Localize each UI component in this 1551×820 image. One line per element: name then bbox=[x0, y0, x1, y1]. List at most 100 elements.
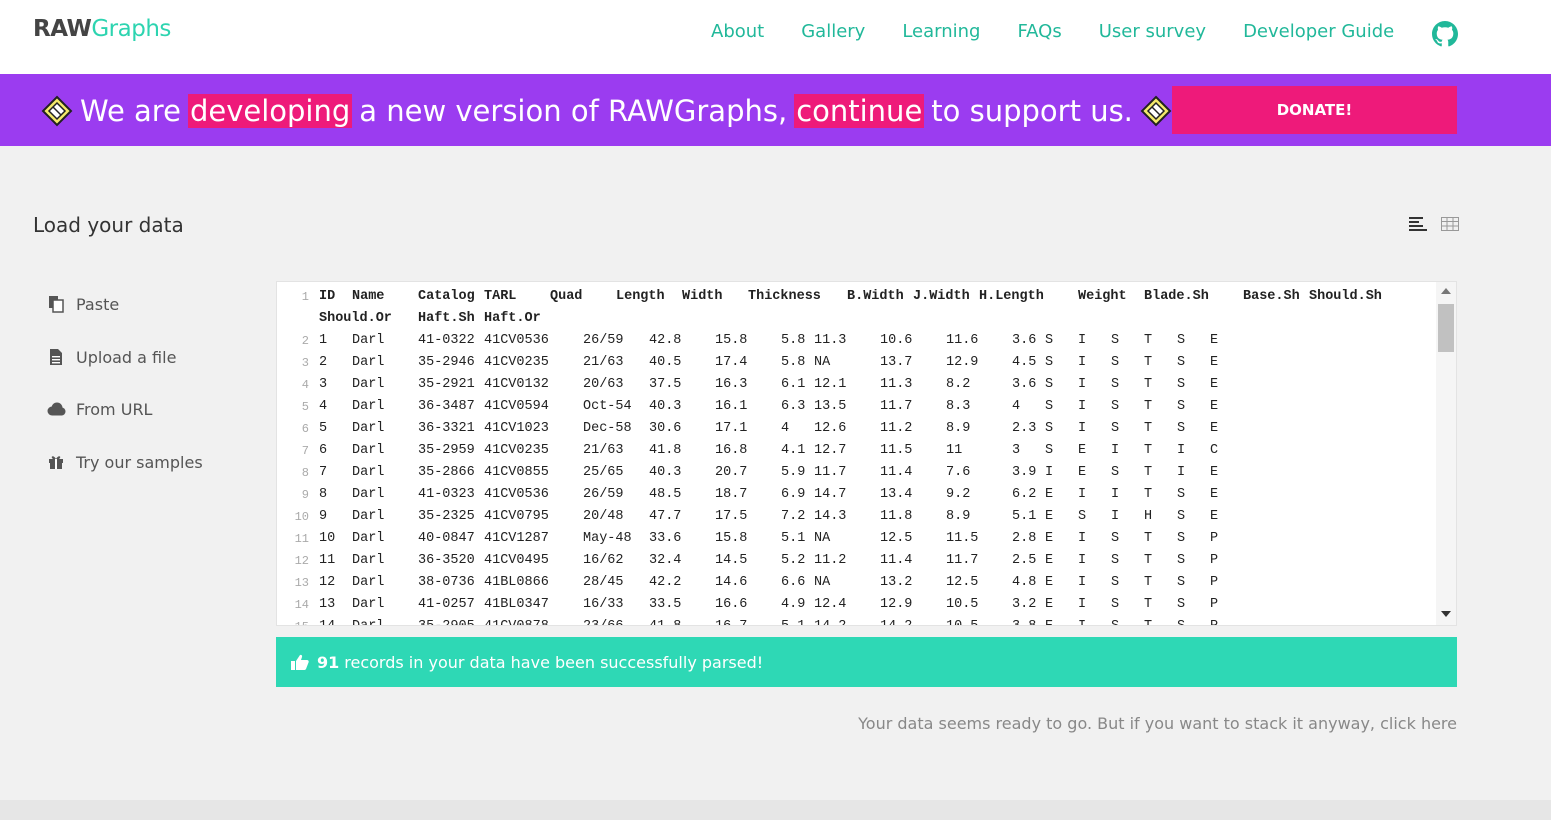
data-cell: 48.5 bbox=[649, 487, 682, 502]
data-cell: 40.5 bbox=[649, 355, 682, 370]
data-cell: 16.7 bbox=[715, 619, 747, 625]
data-cell: I bbox=[1111, 487, 1120, 502]
nav-user-survey[interactable]: User survey bbox=[1099, 21, 1206, 42]
nav-developer-guide[interactable]: Developer Guide bbox=[1243, 21, 1394, 42]
data-cell: 5.8 bbox=[781, 355, 806, 370]
menu-upload-file[interactable]: Upload a file bbox=[46, 347, 176, 367]
data-cell: 10.6 bbox=[880, 333, 913, 348]
data-cell: 35-2946 bbox=[418, 355, 475, 370]
line-number: 1 bbox=[301, 290, 309, 304]
data-cell: 12.4 bbox=[814, 597, 847, 612]
data-cell: Thickness bbox=[748, 289, 821, 304]
data-cell: 13.5 bbox=[814, 399, 847, 414]
editor-scrollbar[interactable] bbox=[1436, 282, 1456, 625]
data-cell: S bbox=[1111, 553, 1120, 568]
donate-button[interactable]: DONATE! bbox=[1172, 86, 1457, 134]
data-cell: 13.7 bbox=[880, 355, 913, 370]
diamond-logo-icon bbox=[1140, 95, 1172, 127]
data-cell: 21/63 bbox=[583, 355, 624, 370]
data-cell: NA bbox=[814, 355, 831, 370]
data-cell: Darl bbox=[352, 509, 385, 524]
data-cell: 20.7 bbox=[715, 465, 748, 480]
data-cell: H bbox=[1144, 509, 1153, 524]
data-cell: Darl bbox=[352, 597, 385, 612]
data-cell: 5.9 bbox=[781, 465, 806, 480]
data-cell: I bbox=[1177, 465, 1186, 480]
data-cell: 41CV0878 bbox=[484, 619, 549, 625]
data-cell: 41CV0235 bbox=[484, 355, 549, 370]
data-cell: Base.Sh bbox=[1243, 289, 1300, 304]
data-cell: 35-2921 bbox=[418, 377, 475, 392]
line-number: 8 bbox=[301, 466, 309, 480]
github-icon[interactable] bbox=[1432, 21, 1458, 47]
data-cell: T bbox=[1144, 399, 1153, 414]
data-cell: S bbox=[1045, 443, 1054, 458]
line-number: 3 bbox=[301, 356, 309, 370]
data-cell: S bbox=[1111, 399, 1120, 414]
data-cell: E bbox=[1078, 443, 1087, 458]
nav-faqs[interactable]: FAQs bbox=[1017, 21, 1061, 42]
data-cell: 17.1 bbox=[715, 421, 748, 436]
data-cell: I bbox=[1078, 553, 1087, 568]
data-cell: Name bbox=[352, 289, 385, 304]
nav-about[interactable]: About bbox=[711, 21, 764, 42]
data-cell: 3.6 bbox=[1012, 377, 1037, 392]
diamond-logo-icon bbox=[41, 95, 73, 127]
data-cell: 5.1 bbox=[1012, 509, 1037, 524]
menu-try-samples[interactable]: Try our samples bbox=[46, 452, 203, 472]
data-cell: 1 bbox=[319, 333, 328, 348]
data-cell: 20/63 bbox=[583, 377, 624, 392]
data-cell: 8 bbox=[319, 487, 328, 502]
nav-learning[interactable]: Learning bbox=[902, 21, 980, 42]
data-cell: 14.3 bbox=[814, 509, 847, 524]
data-cell: T bbox=[1144, 443, 1153, 458]
data-cell: T bbox=[1144, 377, 1153, 392]
data-cell: Darl bbox=[352, 421, 385, 436]
data-cell: Darl bbox=[352, 575, 385, 590]
data-editor[interactable]: 1 ID Name Catalog TARL Quad Length Width Thickne… bbox=[276, 281, 1457, 626]
line-number: 4 bbox=[301, 378, 309, 392]
data-cell: 14.6 bbox=[715, 575, 748, 590]
data-cell: Length bbox=[616, 289, 665, 304]
data-cell: Darl bbox=[352, 355, 385, 370]
data-cell: 16.8 bbox=[715, 443, 748, 458]
table-view-icon[interactable] bbox=[1441, 216, 1459, 232]
data-cell: 35-2905 bbox=[418, 619, 475, 625]
data-cell: E bbox=[1045, 553, 1054, 568]
data-cell: 38-0736 bbox=[418, 575, 475, 590]
data-cell: 41-0323 bbox=[418, 487, 475, 502]
logo[interactable]: RAWGraphs bbox=[33, 16, 171, 42]
footer-band bbox=[0, 800, 1551, 820]
scroll-up-icon[interactable] bbox=[1441, 288, 1451, 294]
data-cell: S bbox=[1177, 619, 1185, 625]
line-number: 14 bbox=[294, 598, 309, 612]
data-cell: 6.1 bbox=[781, 377, 806, 392]
data-cell: P bbox=[1210, 531, 1219, 546]
data-cell: 12.1 bbox=[814, 377, 847, 392]
text-view-icon[interactable] bbox=[1409, 216, 1427, 232]
data-cell: S bbox=[1177, 399, 1186, 414]
data-cell: 7.2 bbox=[781, 509, 806, 524]
paste-icon bbox=[46, 294, 66, 314]
data-cell: S bbox=[1045, 355, 1054, 370]
stack-link[interactable]: click here bbox=[1380, 714, 1457, 733]
section-title: Load your data bbox=[33, 213, 184, 237]
data-cell: 16/62 bbox=[583, 553, 624, 568]
data-cell: 35-2325 bbox=[418, 509, 475, 524]
data-cell: 26/59 bbox=[583, 487, 624, 502]
scroll-down-icon[interactable] bbox=[1441, 611, 1451, 617]
scroll-thumb[interactable] bbox=[1438, 304, 1454, 352]
data-cell: 20/48 bbox=[583, 509, 624, 524]
menu-paste[interactable]: Paste bbox=[46, 294, 119, 314]
data-cell: Darl bbox=[352, 465, 385, 480]
menu-from-url[interactable]: From URL bbox=[46, 399, 152, 419]
data-cell: 41CV0495 bbox=[484, 553, 549, 568]
data-cell: NA bbox=[814, 531, 831, 546]
data-cell: I bbox=[1078, 333, 1087, 348]
data-cell: 42.8 bbox=[649, 333, 682, 348]
data-cell: S bbox=[1045, 377, 1054, 392]
data-cell: 14.2 bbox=[880, 619, 912, 625]
data-cell: I bbox=[1177, 443, 1186, 458]
data-cell: 11.2 bbox=[814, 553, 847, 568]
nav-gallery[interactable]: Gallery bbox=[801, 21, 865, 42]
